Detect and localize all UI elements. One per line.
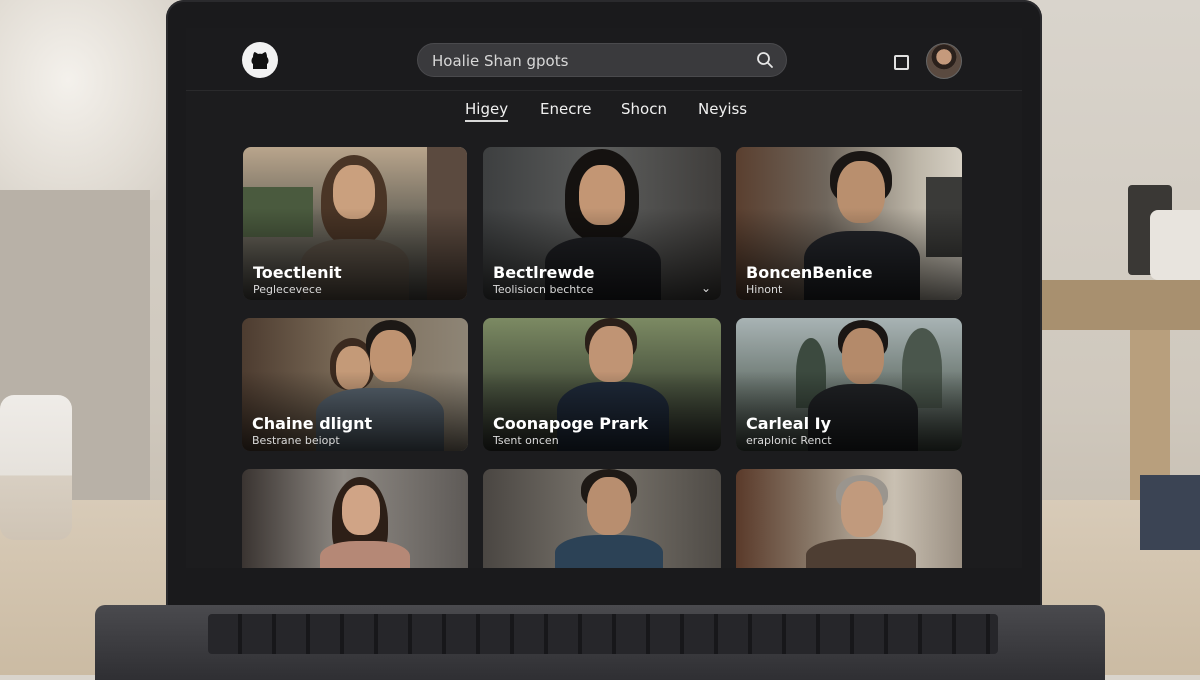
search-input-text[interactable]: Hoalie Shan gpots — [432, 52, 568, 70]
card-photo-face — [342, 485, 380, 535]
laptop-keyboard — [208, 614, 998, 654]
profile-card[interactable]: Toectlenit Peglecevece — [243, 147, 467, 300]
profile-card[interactable]: Carleal Iy eraplonic Renct — [736, 318, 962, 451]
search-input[interactable]: Hoalie Shan gpots — [417, 43, 787, 77]
tab-neyiss[interactable]: Neyiss — [698, 100, 747, 118]
profile-card[interactable]: Coonapoge Prark Tsent oncen — [483, 318, 721, 451]
card-subtitle: Teolisiocn bechtce — [493, 283, 594, 296]
card-name: Coonapoge Prark — [493, 414, 649, 433]
tab-enecre[interactable]: Enecre — [540, 100, 592, 118]
card-subtitle: Bestrane beiopt — [252, 434, 340, 447]
background-vase — [1150, 210, 1200, 280]
chevron-down-icon[interactable]: ⌄ — [701, 281, 711, 295]
search-icon[interactable] — [756, 51, 774, 69]
card-subtitle: Peglecevece — [253, 283, 322, 296]
background-book — [1140, 475, 1200, 550]
profile-card[interactable] — [242, 469, 468, 568]
card-photo-body — [806, 539, 916, 568]
profile-card[interactable]: BoncenBenice Hinont — [736, 147, 962, 300]
card-photo-body — [320, 541, 410, 568]
card-subtitle: eraplonic Renct — [746, 434, 832, 447]
card-name: Toectlenit — [253, 263, 342, 282]
card-photo-body — [555, 535, 663, 568]
github-icon[interactable] — [242, 42, 278, 78]
card-photo-face — [841, 481, 883, 537]
profile-card[interactable] — [483, 469, 721, 568]
card-name: Carleal Iy — [746, 414, 831, 433]
card-photo-face — [587, 477, 631, 535]
tab-higey[interactable]: Higey — [465, 100, 509, 122]
card-subtitle: Hinont — [746, 283, 783, 296]
background-lamp — [0, 0, 170, 200]
card-name: Bectlrewde — [493, 263, 595, 282]
card-name: Chaine dlignt — [252, 414, 373, 433]
card-name: BoncenBenice — [746, 263, 873, 282]
avatar[interactable] — [926, 43, 962, 79]
card-subtitle: Tsent oncen — [493, 434, 559, 447]
laptop-screen: Hoalie Shan gpots Higey Enecre Shocn Ney… — [186, 28, 1022, 568]
tab-shocn[interactable]: Shocn — [621, 100, 667, 118]
nav-tabs: Higey Enecre Shocn Neyiss — [186, 100, 1022, 126]
top-bar: Hoalie Shan gpots — [186, 28, 1022, 91]
square-icon[interactable] — [894, 55, 909, 70]
background-shelf — [1040, 280, 1200, 330]
profile-card[interactable] — [736, 469, 962, 568]
profile-card[interactable]: Chaine dlignt Bestrane beiopt — [242, 318, 468, 451]
background-cup — [0, 395, 72, 540]
profile-card[interactable]: Bectlrewde Teolisiocn bechtce ⌄ — [483, 147, 721, 300]
